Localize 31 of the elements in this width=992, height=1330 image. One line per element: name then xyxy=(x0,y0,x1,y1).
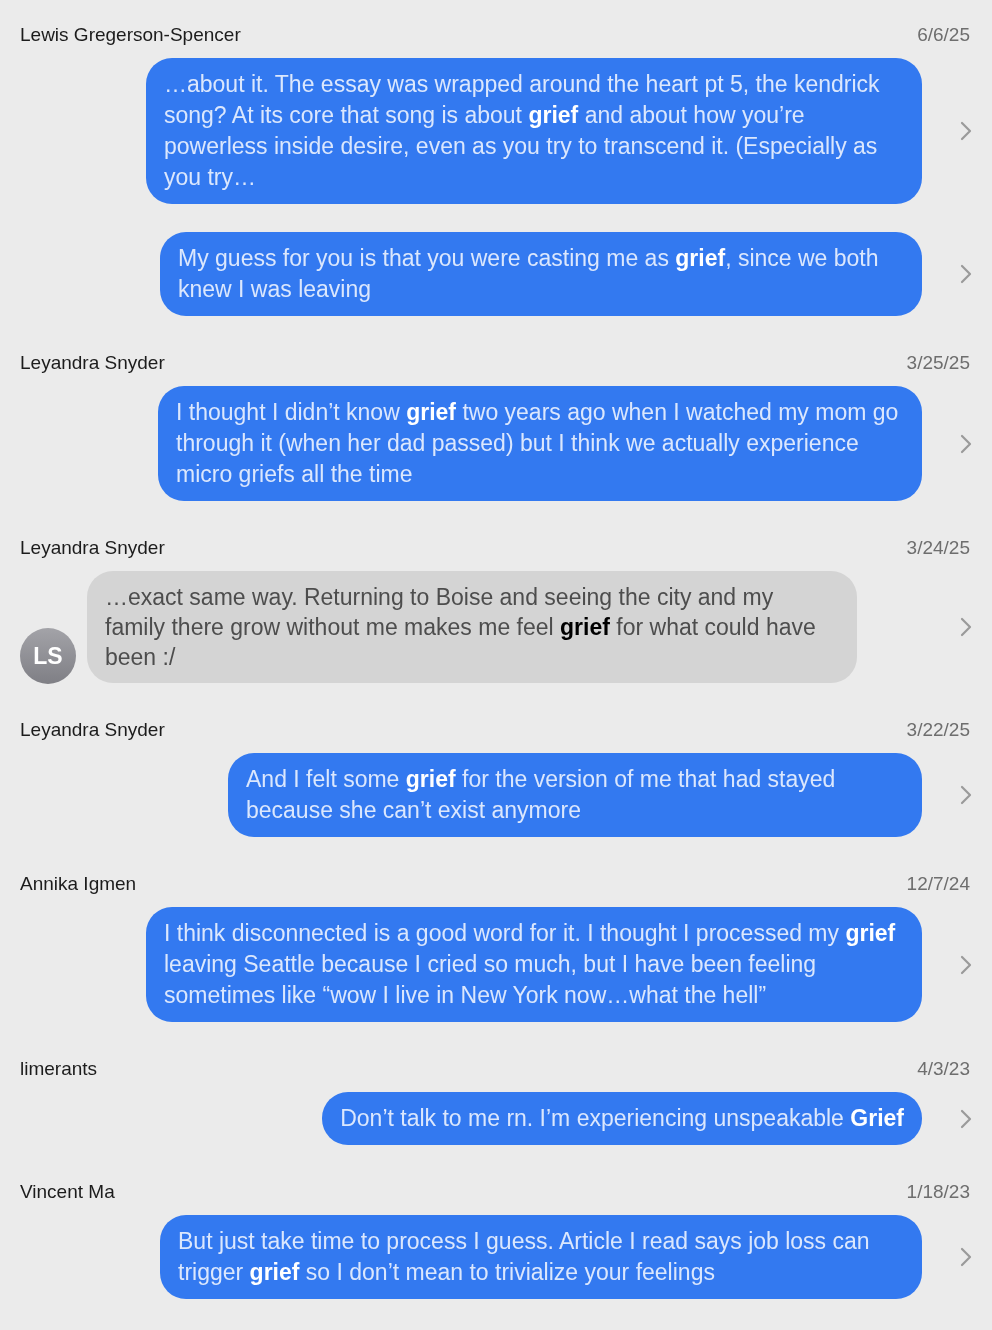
sender-name: Leyandra Snyder xyxy=(20,717,165,742)
message-date: 1/18/23 xyxy=(906,1179,971,1204)
chevron-right-icon[interactable] xyxy=(960,954,972,975)
message-date: 3/22/25 xyxy=(906,717,971,742)
chevron-right-icon[interactable] xyxy=(960,264,972,284)
sender-name: Leyandra Snyder xyxy=(20,350,165,375)
chevron-right-icon[interactable] xyxy=(960,433,972,454)
chevron-right-icon[interactable] xyxy=(960,1247,972,1267)
sender-name: Leyandra Snyder xyxy=(20,535,165,560)
sender-name: Lewis Gregerson-Spencer xyxy=(20,22,241,47)
chevron-right-icon[interactable] xyxy=(960,121,972,141)
message-date: 3/24/25 xyxy=(906,535,971,560)
chevron-right-icon[interactable] xyxy=(960,617,972,637)
avatar: LS xyxy=(20,628,76,684)
sender-name: Annika Igmen xyxy=(20,871,137,896)
sent-message-bubble[interactable]: I think disconnected is a good word for it. I thought I processed my grief leaving Seattle because I cried so much, but I have been feeling sometimes like “wow I live in New York now…what the hell” xyxy=(146,907,922,1022)
sent-message-bubble[interactable]: But just take time to process I guess. Article I read says job loss can trigger grief so I don’t mean to trivialize your feelings xyxy=(160,1215,922,1299)
message-date: 12/7/24 xyxy=(906,871,971,896)
chevron-right-icon[interactable] xyxy=(960,1108,972,1129)
sent-message-bubble[interactable]: And I felt some grief for the version of me that had stayed because she can’t exist anymore xyxy=(228,753,922,837)
received-message-bubble[interactable]: …exact same way. Returning to Boise and seeing the city and my family there grow without me makes me feel grief for what could have been :/ xyxy=(87,571,857,683)
chevron-right-icon[interactable] xyxy=(960,785,972,805)
sent-message-bubble[interactable]: My guess for you is that you were casting me as grief, since we both knew I was leaving xyxy=(160,232,922,316)
message-date: 3/25/25 xyxy=(906,350,971,375)
sent-message-bubble[interactable]: …about it. The essay was wrapped around the heart pt 5, the kendrick song? At its core that song is about grief and about how you’re powerless inside desire, even as you try to transcend it. (Especially as you try… xyxy=(146,58,922,204)
message-date: 6/6/25 xyxy=(917,22,971,47)
sender-name: Vincent Ma xyxy=(20,1179,115,1204)
sent-message-bubble[interactable]: I thought I didn’t know grief two years ago when I watched my mom go through it (when her dad passed) but I think we actually experience micro griefs all the time xyxy=(158,386,922,501)
sent-message-bubble[interactable]: Don’t talk to me rn. I’m experiencing unspeakable Grief xyxy=(322,1092,922,1145)
sender-name: limerants xyxy=(20,1056,98,1081)
message-date: 4/3/23 xyxy=(917,1056,971,1081)
